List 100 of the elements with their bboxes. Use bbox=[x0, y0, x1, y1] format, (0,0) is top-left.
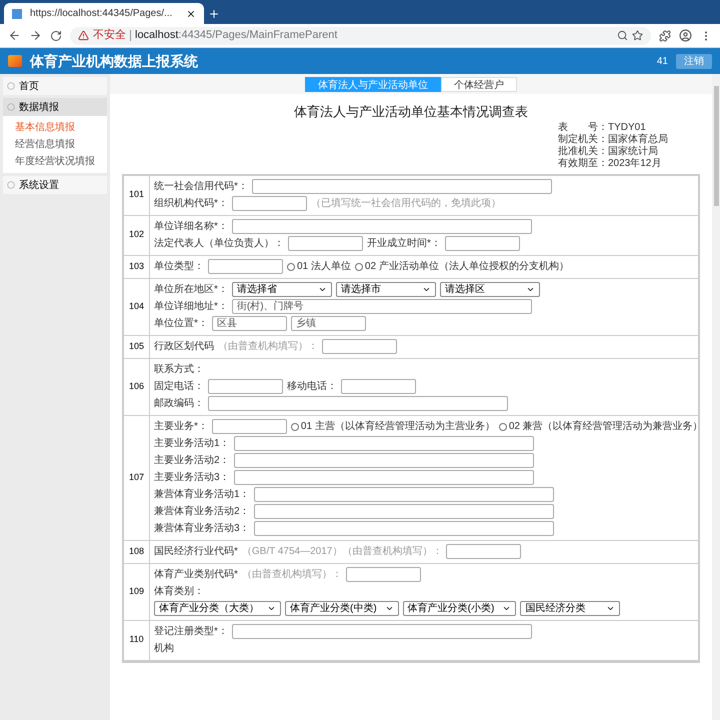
input-field[interactable] bbox=[208, 379, 283, 394]
field-label: 兼营体育业务活动1： bbox=[154, 488, 250, 502]
user-count: 41 bbox=[656, 54, 668, 68]
row-number: 105 bbox=[128, 340, 144, 353]
sidebar-item[interactable]: 经营信息填报 bbox=[15, 137, 107, 152]
reload-icon[interactable] bbox=[50, 30, 62, 42]
row-number: 103 bbox=[128, 260, 144, 273]
scrollbar-thumb[interactable] bbox=[714, 86, 718, 206]
row-number: 107 bbox=[128, 470, 144, 484]
warning-icon bbox=[78, 30, 89, 41]
field-label: 主要业务*： bbox=[154, 420, 208, 434]
input-field[interactable] bbox=[254, 487, 554, 502]
puzzle-icon[interactable] bbox=[659, 30, 671, 42]
input-field[interactable] bbox=[322, 339, 397, 354]
input-field[interactable] bbox=[444, 236, 520, 251]
input-field[interactable] bbox=[208, 396, 508, 411]
field-label: 体育产业类别代码* bbox=[154, 568, 238, 582]
sidebar-group[interactable]: 系统设置 bbox=[3, 176, 107, 194]
input-field[interactable] bbox=[346, 567, 421, 582]
input-field[interactable] bbox=[232, 196, 307, 211]
new-tab-icon[interactable] bbox=[208, 8, 220, 20]
radio-option[interactable]: 01 法人单位 bbox=[287, 259, 351, 274]
circle-icon bbox=[7, 181, 15, 189]
field-label: 兼营体育业务活动2： bbox=[154, 504, 250, 519]
browser-tab[interactable]: https://localhost:44345/Pages/... bbox=[4, 3, 204, 24]
radio-option[interactable]: 01 主营（以体育经营管理活动为主营业务） bbox=[290, 419, 495, 434]
input-field[interactable]: 区县 bbox=[212, 316, 287, 331]
page-icon bbox=[12, 8, 22, 18]
input-field[interactable] bbox=[232, 219, 532, 234]
row-number: 108 bbox=[128, 544, 144, 558]
select-field[interactable]: 请选择区 bbox=[440, 282, 540, 297]
field-label: 移动电话： bbox=[287, 380, 337, 394]
input-field[interactable] bbox=[234, 436, 534, 451]
field-label: 登记注册类型*： bbox=[154, 624, 228, 639]
input-field[interactable] bbox=[234, 453, 534, 468]
input-field[interactable] bbox=[446, 544, 522, 559]
row-number: 106 bbox=[128, 380, 144, 393]
input-field[interactable] bbox=[288, 236, 363, 251]
input-field[interactable]: 街(村)、门牌号 bbox=[232, 299, 532, 314]
input-field[interactable] bbox=[232, 624, 532, 639]
field-note: （由普查机构填写）： bbox=[242, 568, 342, 582]
field-label: 国民经济行业代码* bbox=[154, 544, 238, 559]
meta-text: 批准机关：国家统计局 bbox=[558, 146, 659, 158]
sidebar-item[interactable]: 年度经营状况填报 bbox=[15, 154, 107, 169]
input-field[interactable] bbox=[234, 470, 534, 485]
field-label: 主要业务活动2： bbox=[154, 454, 230, 468]
sidebar-group[interactable]: 数据填报 bbox=[3, 98, 107, 116]
input-field[interactable] bbox=[254, 521, 554, 536]
field-label: 兼营体育业务活动3： bbox=[154, 522, 250, 536]
forward-icon[interactable] bbox=[29, 29, 42, 42]
input-field[interactable] bbox=[252, 179, 552, 194]
field-label: 开业成立时间*： bbox=[367, 236, 441, 251]
search-icon[interactable] bbox=[617, 30, 628, 41]
field-label: 机构 bbox=[154, 642, 174, 656]
input-field[interactable] bbox=[341, 379, 416, 394]
field-label: 单位详细地址*： bbox=[154, 300, 228, 314]
input-field[interactable] bbox=[254, 504, 554, 519]
circle-icon bbox=[7, 103, 15, 111]
form-title: 体育法人与产业活动单位基本情况调查表 bbox=[294, 103, 528, 121]
select-field[interactable]: 体育产业分类(中类) bbox=[285, 601, 399, 616]
meta-text: 表 号：TYDY01 bbox=[558, 122, 647, 134]
security-label: 不安全 bbox=[93, 28, 126, 44]
field-note: （已填写统一社会信用代码的，免填此项） bbox=[310, 196, 501, 211]
input-field[interactable] bbox=[212, 419, 287, 434]
row-number: 110 bbox=[129, 633, 144, 646]
circle-icon bbox=[7, 82, 15, 90]
address-bar[interactable]: 不安全 localhost:44345/Pages/MainFrameParent bbox=[70, 26, 651, 44]
field-label: 组织机构代码*： bbox=[154, 196, 228, 211]
field-label: 主要业务活动1： bbox=[154, 436, 230, 451]
input-field[interactable]: 乡镇 bbox=[290, 316, 366, 331]
radio-option[interactable]: 02 产业活动单位（法人单位授权的分支机构） bbox=[354, 259, 569, 274]
select-field[interactable]: 请选择市 bbox=[336, 282, 436, 297]
meta-text: 制定机关：国家体育总局 bbox=[558, 134, 668, 146]
close-icon[interactable] bbox=[186, 8, 196, 18]
sidebar-group[interactable]: 首页 bbox=[3, 77, 107, 95]
profile-icon[interactable] bbox=[679, 29, 692, 42]
field-label: 统一社会信用代码*： bbox=[154, 180, 248, 194]
field-label: 主要业务活动3： bbox=[154, 470, 230, 485]
tab[interactable]: 个体经营户 bbox=[441, 76, 517, 92]
select-field[interactable]: 国民经济分类 bbox=[520, 601, 620, 616]
logo-icon bbox=[8, 55, 22, 67]
select-field[interactable]: 请选择省 bbox=[232, 282, 332, 297]
back-icon[interactable] bbox=[8, 29, 21, 42]
caret-icon bbox=[526, 285, 535, 294]
url-text: localhost:44345/Pages/MainFrameParent bbox=[135, 28, 338, 44]
field-label: 邮政编码： bbox=[154, 396, 204, 411]
row-number: 102 bbox=[128, 228, 144, 242]
select-field[interactable]: 体育产业分类(小类) bbox=[402, 601, 516, 616]
select-field[interactable]: 体育产业分类（大类） bbox=[154, 601, 281, 616]
row-number: 109 bbox=[128, 584, 144, 598]
field-label: 联系方式： bbox=[154, 362, 204, 377]
field-label: 单位所在地区*： bbox=[154, 282, 228, 297]
field-label: 体育类别： bbox=[154, 584, 204, 599]
app-title: 体育产业机构数据上报系统 bbox=[30, 52, 198, 70]
caret-icon bbox=[267, 604, 276, 613]
field-label: 法定代表人（单位负责人）： bbox=[154, 236, 284, 251]
sidebar-item[interactable]: 基本信息填报 bbox=[15, 120, 107, 135]
star-icon[interactable] bbox=[632, 30, 643, 41]
radio-option[interactable]: 02 兼营（以体育经营管理活动为兼营业务） bbox=[498, 419, 703, 434]
input-field[interactable] bbox=[208, 259, 283, 274]
